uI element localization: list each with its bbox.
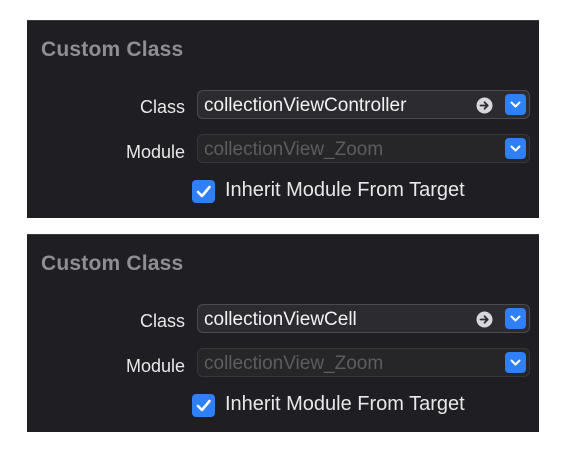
module-combobox[interactable]: collectionView_Zoom <box>197 134 530 163</box>
inherit-module-checkbox[interactable] <box>192 180 215 203</box>
inherit-module-label[interactable]: Inherit Module From Target <box>225 179 465 202</box>
class-field-value[interactable]: collectionViewController <box>204 95 406 117</box>
inherit-module-checkbox[interactable] <box>192 394 215 417</box>
class-label: Class <box>139 97 185 117</box>
custom-class-panel: Custom Class Class collectionViewCell Mo… <box>27 234 539 432</box>
class-label: Class <box>139 311 185 331</box>
section-title: Custom Class <box>41 252 184 275</box>
module-field-placeholder[interactable]: collectionView_Zoom <box>204 353 383 375</box>
checkmark-icon <box>196 185 211 198</box>
chevron-down-icon <box>510 359 521 366</box>
module-label: Module <box>125 356 185 376</box>
custom-class-panel: Custom Class Class collectionViewControl… <box>27 20 539 218</box>
arrow-right-circle-icon[interactable] <box>476 311 493 328</box>
arrow-right-circle-icon[interactable] <box>476 97 493 114</box>
chevron-down-icon <box>510 315 521 322</box>
section-title: Custom Class <box>41 38 184 61</box>
chevron-down-icon <box>510 145 521 152</box>
class-dropdown-button[interactable] <box>505 94 526 115</box>
class-combobox[interactable]: collectionViewCell <box>197 304 530 333</box>
class-dropdown-button[interactable] <box>505 308 526 329</box>
class-field-value[interactable]: collectionViewCell <box>204 309 357 331</box>
inherit-module-label[interactable]: Inherit Module From Target <box>225 393 465 416</box>
module-label: Module <box>125 142 185 162</box>
module-field-placeholder[interactable]: collectionView_Zoom <box>204 139 383 161</box>
module-dropdown-button[interactable] <box>505 352 526 373</box>
class-combobox[interactable]: collectionViewController <box>197 90 530 119</box>
module-dropdown-button[interactable] <box>505 138 526 159</box>
checkmark-icon <box>196 399 211 412</box>
chevron-down-icon <box>510 101 521 108</box>
module-combobox[interactable]: collectionView_Zoom <box>197 348 530 377</box>
